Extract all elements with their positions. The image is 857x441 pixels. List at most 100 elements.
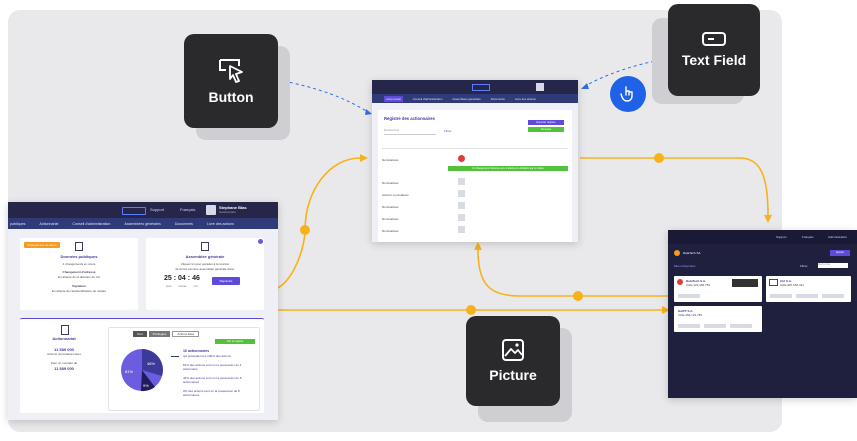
filter-all[interactable]: Tout xyxy=(133,331,147,337)
pie-label-9: 9% xyxy=(143,383,149,388)
join-button[interactable]: Rejoindre xyxy=(212,277,240,285)
shareholders-desc: qui possèdent les 100% des actions xyxy=(183,354,231,358)
new-button[interactable]: Nouveau xyxy=(528,127,564,132)
document-icon xyxy=(61,325,69,335)
flow-line-right-to-center xyxy=(477,249,670,297)
card-action[interactable] xyxy=(796,294,818,298)
table-row[interactable]: Nominatives xyxy=(382,226,568,236)
header-divider xyxy=(382,148,568,149)
row-type: Nominatives xyxy=(382,181,399,185)
countdown-days: 25 xyxy=(164,275,172,282)
search-input[interactable]: Rechercher xyxy=(818,263,848,268)
company-logo xyxy=(769,279,778,286)
tab-actionnariat[interactable]: Actionnariat xyxy=(39,222,58,226)
avatar xyxy=(458,202,465,209)
filter-privileged[interactable]: Privilégiés xyxy=(148,331,171,337)
search-box[interactable] xyxy=(472,84,490,91)
export-button[interactable]: Exporter registre xyxy=(528,120,564,125)
card-action[interactable] xyxy=(822,294,844,298)
flow-line-left-to-center xyxy=(269,157,361,291)
table-row[interactable]: Nominatives xyxy=(382,178,568,188)
panel-title: Données publiques xyxy=(60,254,98,259)
panel-title: Assemblée générale xyxy=(185,254,225,259)
tab-conseil[interactable]: Conseil d'administration xyxy=(72,222,110,226)
text-field-icon xyxy=(702,32,726,46)
tab-bar: Actionnariat Conseil d'administration As… xyxy=(372,94,578,103)
filter-group: Tout Privilégiés Actions liées xyxy=(133,331,200,337)
filter-button[interactable]: Filtrer xyxy=(444,129,452,133)
tab-assemblees[interactable]: Assemblées générales xyxy=(452,97,480,101)
pie-label-46: 46% xyxy=(147,361,155,366)
assembly-info-2: de Accès Homme assemblée générale dans: xyxy=(175,267,235,271)
avatar xyxy=(458,178,465,185)
countdown-units: jours heures min xyxy=(166,285,198,288)
language-select[interactable]: Français xyxy=(802,235,814,239)
top-bar: Support Français Stephane Blas Gestionna… xyxy=(8,202,278,218)
badge-card: Button xyxy=(184,34,278,128)
image-icon xyxy=(502,339,524,361)
user-role: Gestionnaire xyxy=(219,210,237,214)
flow-line-center-to-right xyxy=(580,157,769,216)
avatar xyxy=(458,226,465,233)
tab-publiques[interactable]: publiques xyxy=(10,222,25,226)
company-card[interactable]: DataTech S.A. CHE-123.456.789 xyxy=(674,276,762,302)
card-action[interactable] xyxy=(770,294,792,298)
card-action[interactable] xyxy=(678,294,700,298)
search-input[interactable]: Rechercher xyxy=(384,128,436,135)
company-card[interactable]: HatTP S.A. CHE-456.123.789 xyxy=(674,306,762,332)
notice-row: DataTech SA Ajouter xyxy=(674,250,851,257)
search-box[interactable] xyxy=(122,207,146,215)
language-select[interactable]: Français xyxy=(180,207,195,212)
badge-label: Text Field xyxy=(681,52,747,68)
tab-documents[interactable]: Documents xyxy=(175,222,193,226)
card-badge xyxy=(732,279,758,287)
table-row[interactable]: Nominatives xyxy=(382,214,568,224)
cursor-click-icon xyxy=(219,59,243,83)
signature-status: En attente de l'authentification de nota… xyxy=(51,289,107,293)
change-type: Changement d'adresse xyxy=(62,270,96,274)
filter-button[interactable]: Filtrer xyxy=(800,264,808,268)
user-name: Administration xyxy=(828,235,848,239)
card-action[interactable] xyxy=(704,324,726,328)
status-badge: Changement de statut xyxy=(24,242,60,248)
flow-dot xyxy=(466,305,476,315)
company-card[interactable]: Ctrl S.A. CHE-987.654.321 xyxy=(766,276,851,302)
tab-livre[interactable]: Livre des actions xyxy=(207,222,234,226)
tab-documents[interactable]: Documents xyxy=(491,97,505,101)
company-id: CHE-123.456.789 xyxy=(686,283,711,287)
tab-livre[interactable]: Livre des actions xyxy=(515,97,536,101)
flow-dot xyxy=(300,225,310,235)
tab-conseil[interactable]: Conseil d'administration xyxy=(413,97,443,101)
stat-line: 9% des actions sont en la possession de … xyxy=(183,389,240,397)
tab-assemblees[interactable]: Assemblées générales xyxy=(124,222,160,226)
registry-bar[interactable]: Voir le registre xyxy=(215,339,255,344)
card-action[interactable] xyxy=(730,324,752,328)
unit-days: jours xyxy=(166,285,172,288)
row-type: Nominatives xyxy=(382,217,399,221)
countdown-minutes: 46 xyxy=(192,275,200,282)
add-button[interactable]: Ajouter xyxy=(830,250,850,256)
table-row[interactable]: Actions nominatives xyxy=(382,190,568,200)
filter-linked[interactable]: Actions liées xyxy=(172,331,200,337)
table-row[interactable]: Nominatives xyxy=(382,155,568,165)
arrowhead-center xyxy=(360,154,368,162)
tab-companies[interactable]: Mes entreprises xyxy=(674,264,695,268)
tab-bar: publiques Actionnariat Conseil d'adminis… xyxy=(8,218,278,229)
card-action[interactable] xyxy=(678,324,700,328)
shareholders-icon xyxy=(171,350,179,357)
badge-label: Picture xyxy=(489,367,537,383)
avatar[interactable] xyxy=(206,205,216,215)
chart-card: Tout Privilégiés Actions liées Voir le r… xyxy=(108,327,260,411)
signature-label: Signature xyxy=(72,284,86,288)
notice-company: DataTech SA xyxy=(683,251,701,255)
badge-card: Picture xyxy=(466,316,560,406)
table-row[interactable]: Nominatives xyxy=(382,202,568,212)
change-status: En attente de la décision du CA xyxy=(57,275,101,279)
tab-actionnariat[interactable]: Actionnariat xyxy=(384,95,403,102)
support-link[interactable]: Support xyxy=(150,207,164,212)
notice-bar: Un changement d'adresse est en attente d… xyxy=(448,166,568,171)
row-type: Nominatives xyxy=(382,229,399,233)
dashed-arrowhead-textfield xyxy=(581,83,589,89)
avatar[interactable] xyxy=(536,83,544,91)
support-link[interactable]: Support xyxy=(776,235,787,239)
